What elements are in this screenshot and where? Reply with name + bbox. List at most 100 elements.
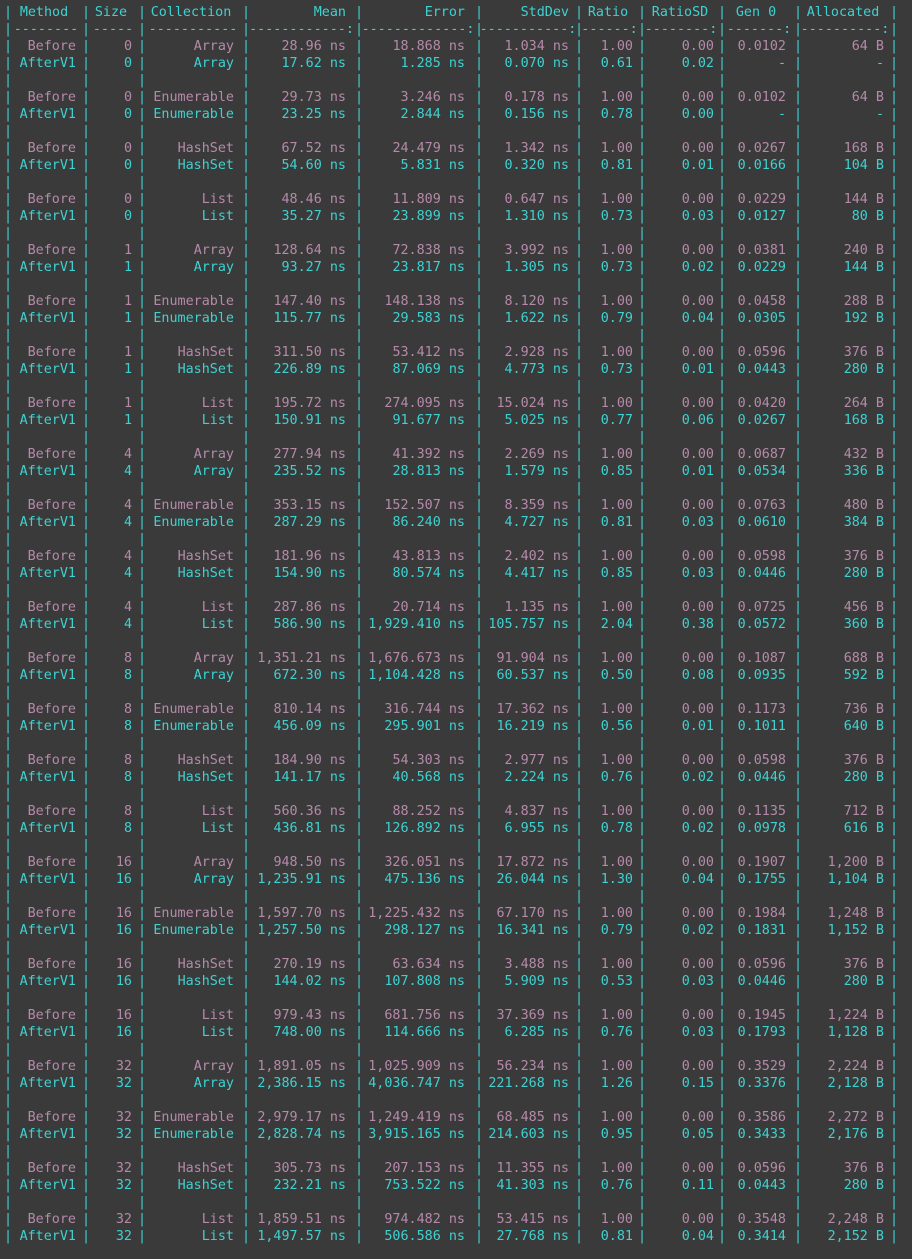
cell-collection: HashSet: [177, 974, 234, 989]
column-separator: |: [718, 804, 727, 819]
column-separator: |: [890, 1229, 899, 1244]
cell-ratio: 0.76: [600, 1025, 633, 1040]
cell-collection: Enumerable: [153, 719, 234, 734]
column-separator: |: [475, 770, 484, 785]
cell-ratiosd: 0.00: [681, 192, 714, 207]
column-separator: |: [355, 498, 364, 513]
column-separator: |: [794, 957, 803, 972]
column-separator: |: [575, 821, 584, 836]
cell-allocated: 144 B: [843, 260, 884, 275]
cell-allocated: 280 B: [843, 974, 884, 989]
cell-allocated: 1,224 B: [827, 1008, 884, 1023]
cell-size: 16: [115, 1008, 132, 1023]
column-separator: |: [718, 464, 727, 479]
cell-collection: Array: [193, 1059, 234, 1074]
table-row: | | | | | | | | | | | Before 0 HashSet 67.52 ns 24.479 …: [0, 140, 912, 157]
column-separator: |: [138, 804, 147, 819]
column-separator: |: [638, 39, 647, 54]
cell-ratiosd: 0.08: [681, 668, 714, 683]
column-separator: |: [575, 328, 584, 343]
table-row: | | | | | | | | | | | AfterV1 0 List 35.27 ns 23.899 ns…: [0, 208, 912, 225]
column-separator: |: [890, 685, 899, 700]
cell-stddev: 68.485 ns: [496, 1110, 569, 1125]
cell-ratiosd: 0.01: [681, 158, 714, 173]
cell-size: 32: [115, 1127, 132, 1142]
column-separator: |: [638, 1229, 647, 1244]
column-separator: |: [82, 192, 91, 207]
cell-error: 475.136 ns: [384, 872, 465, 887]
cell-collection: Array: [193, 651, 234, 666]
column-separator: |: [475, 1025, 484, 1040]
table-row: | | | | | | | | | | | AfterV1 4 Enumerable 287.29 ns 86…: [0, 514, 912, 531]
table-row: | | | | | | | | | | | AfterV1 32 HashSet 232.21 ns 753.…: [0, 1177, 912, 1194]
column-separator: |: [575, 1178, 584, 1193]
cell-size: 8: [123, 770, 132, 785]
column-separator: |: [475, 1008, 484, 1023]
cell-size: 8: [123, 719, 132, 734]
cell-stddev: 2.224 ns: [504, 770, 570, 785]
column-separator: |: [475, 957, 484, 972]
column-header-mean: Mean: [313, 5, 346, 20]
column-separator: |: [794, 481, 803, 496]
column-separator: |: [794, 1076, 803, 1091]
column-separator: |: [82, 1161, 91, 1176]
column-separator: |: [794, 1229, 803, 1244]
column-separator: |: [82, 141, 91, 156]
column-separator: |: [575, 1008, 584, 1023]
column-separator: |: [575, 1161, 584, 1176]
cell-allocated: 336 B: [843, 464, 884, 479]
group-spacer-row: | | | | | | | | | | |: [0, 837, 912, 854]
column-separator: |: [718, 5, 727, 20]
table-row: | | | | | | | | | | | Before 32 List 1,859.51 ns 974.48…: [0, 1211, 912, 1228]
column-separator: |: [718, 1008, 727, 1023]
cell-ratio: 1.00: [600, 549, 633, 564]
column-separator: |: [4, 345, 13, 360]
cell-collection: List: [201, 192, 234, 207]
column-separator: |: [638, 855, 647, 870]
column-separator: |: [718, 753, 727, 768]
cell-stddev: 4.417 ns: [504, 566, 570, 581]
cell-error: 54.303 ns: [392, 753, 465, 768]
separator-ratio: ------:: [581, 22, 638, 37]
cell-size: 1: [123, 294, 132, 309]
column-separator: |: [355, 243, 364, 258]
column-separator: |: [638, 1212, 647, 1227]
column-header-allocated: Allocated: [806, 5, 880, 20]
column-separator: |: [138, 855, 147, 870]
column-separator: |: [82, 226, 91, 241]
column-separator: |: [242, 957, 251, 972]
cell-stddev: 0.156 ns: [504, 107, 570, 122]
column-separator: |: [355, 889, 364, 904]
column-separator: |: [575, 260, 584, 275]
cell-error: 2.844 ns: [400, 107, 466, 122]
column-separator: |: [794, 56, 803, 71]
column-separator: |: [638, 311, 647, 326]
column-separator: |: [82, 583, 91, 598]
column-separator: |: [355, 957, 364, 972]
column-separator: |: [890, 1144, 899, 1159]
cell-size: 16: [115, 906, 132, 921]
cell-gen0: 0.1755: [737, 872, 786, 887]
group-spacer-row: | | | | | | | | | | |: [0, 327, 912, 344]
column-separator: |: [718, 685, 727, 700]
column-separator: |: [82, 804, 91, 819]
column-separator: |: [242, 719, 251, 734]
cell-error: 207.153 ns: [384, 1161, 465, 1176]
column-separator: |: [4, 515, 13, 530]
column-separator: |: [475, 464, 484, 479]
cell-ratiosd: 0.00: [681, 345, 714, 360]
column-separator: |: [638, 158, 647, 173]
cell-collection: Array: [193, 56, 234, 71]
column-separator: |: [355, 447, 364, 462]
cell-method: Before: [27, 753, 76, 768]
group-spacer-row: | | | | | | | | | | |: [0, 429, 912, 446]
column-separator: |: [242, 413, 251, 428]
column-separator: |: [4, 787, 13, 802]
column-separator: |: [718, 549, 727, 564]
column-separator: |: [242, 56, 251, 71]
cell-allocated: 2,248 B: [827, 1212, 884, 1227]
column-separator: |: [475, 498, 484, 513]
cell-stddev: 27.768 ns: [496, 1229, 569, 1244]
column-separator: |: [242, 549, 251, 564]
column-separator: |: [575, 124, 584, 139]
